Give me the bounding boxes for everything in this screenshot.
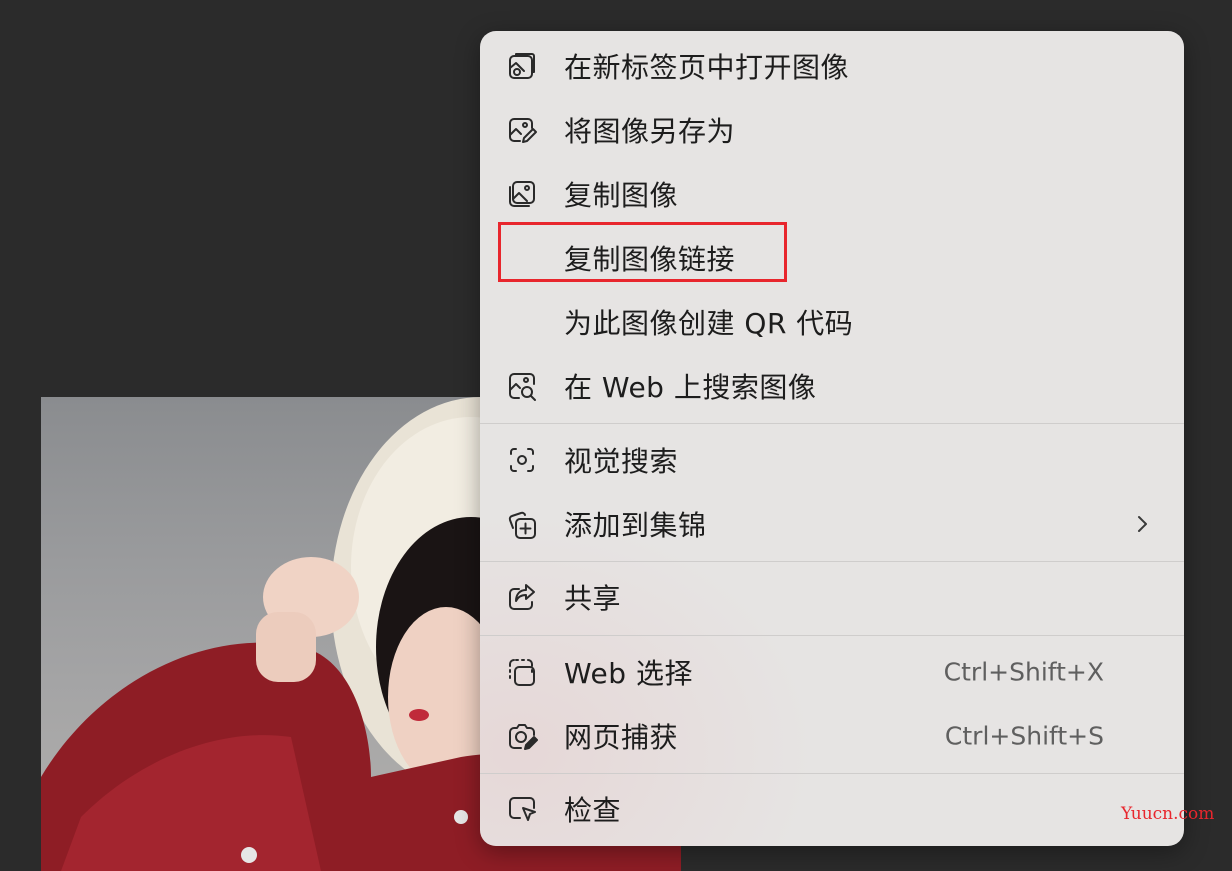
web-select-icon	[506, 656, 538, 688]
menu-item-inspect[interactable]: 检查	[480, 777, 1184, 841]
menu-item-create-qr-code[interactable]: 为此图像创建 QR 代码	[480, 290, 1184, 354]
menu-item-label: 在 Web 上搜索图像	[564, 371, 817, 404]
menu-separator	[480, 635, 1184, 636]
visual-search-icon	[506, 444, 538, 476]
menu-item-share[interactable]: 共享	[480, 565, 1184, 629]
inspect-icon	[506, 793, 538, 825]
menu-item-label: 为此图像创建 QR 代码	[564, 307, 854, 340]
menu-item-label: Web 选择	[564, 657, 693, 690]
menu-item-label: 网页捕获	[564, 721, 679, 754]
context-menu: 在新标签页中打开图像 将图像另存为 复制图像 复制图像链接 为此图像创建 QR …	[480, 31, 1184, 846]
image-search-icon	[506, 370, 538, 402]
menu-item-shortcut: Ctrl+Shift+X	[943, 657, 1104, 687]
menu-item-label: 将图像另存为	[564, 115, 736, 148]
copy-image-icon	[506, 178, 538, 210]
menu-item-label: 复制图像	[564, 179, 679, 212]
menu-item-open-image-new-tab[interactable]: 在新标签页中打开图像	[480, 34, 1184, 98]
menu-item-label: 在新标签页中打开图像	[564, 51, 850, 84]
menu-item-web-select[interactable]: Web 选择 Ctrl+Shift+X	[480, 640, 1184, 704]
watermark: Yuucn.com	[1121, 804, 1215, 824]
menu-item-copy-image[interactable]: 复制图像	[480, 162, 1184, 226]
menu-item-web-capture[interactable]: 网页捕获 Ctrl+Shift+S	[480, 704, 1184, 768]
menu-item-label: 检查	[564, 794, 622, 827]
menu-item-add-to-collections[interactable]: 添加到集锦	[480, 492, 1184, 556]
menu-item-shortcut: Ctrl+Shift+S	[944, 721, 1104, 751]
menu-separator	[480, 561, 1184, 562]
highlight-annotation-box	[498, 222, 787, 282]
save-image-icon	[506, 114, 538, 146]
menu-item-search-image-web[interactable]: 在 Web 上搜索图像	[480, 354, 1184, 418]
page: 在新标签页中打开图像 将图像另存为 复制图像 复制图像链接 为此图像创建 QR …	[0, 0, 1232, 871]
menu-item-visual-search[interactable]: 视觉搜索	[480, 428, 1184, 492]
menu-item-save-image-as[interactable]: 将图像另存为	[480, 98, 1184, 162]
web-capture-icon	[506, 720, 538, 752]
open-image-new-tab-icon	[506, 50, 538, 82]
add-to-collections-icon	[506, 508, 538, 540]
menu-item-label: 视觉搜索	[564, 445, 679, 478]
menu-separator	[480, 773, 1184, 774]
menu-item-label: 共享	[564, 582, 622, 615]
chevron-right-icon	[1134, 512, 1150, 536]
menu-item-label: 添加到集锦	[564, 509, 707, 542]
share-icon	[506, 581, 538, 613]
menu-separator	[480, 423, 1184, 424]
